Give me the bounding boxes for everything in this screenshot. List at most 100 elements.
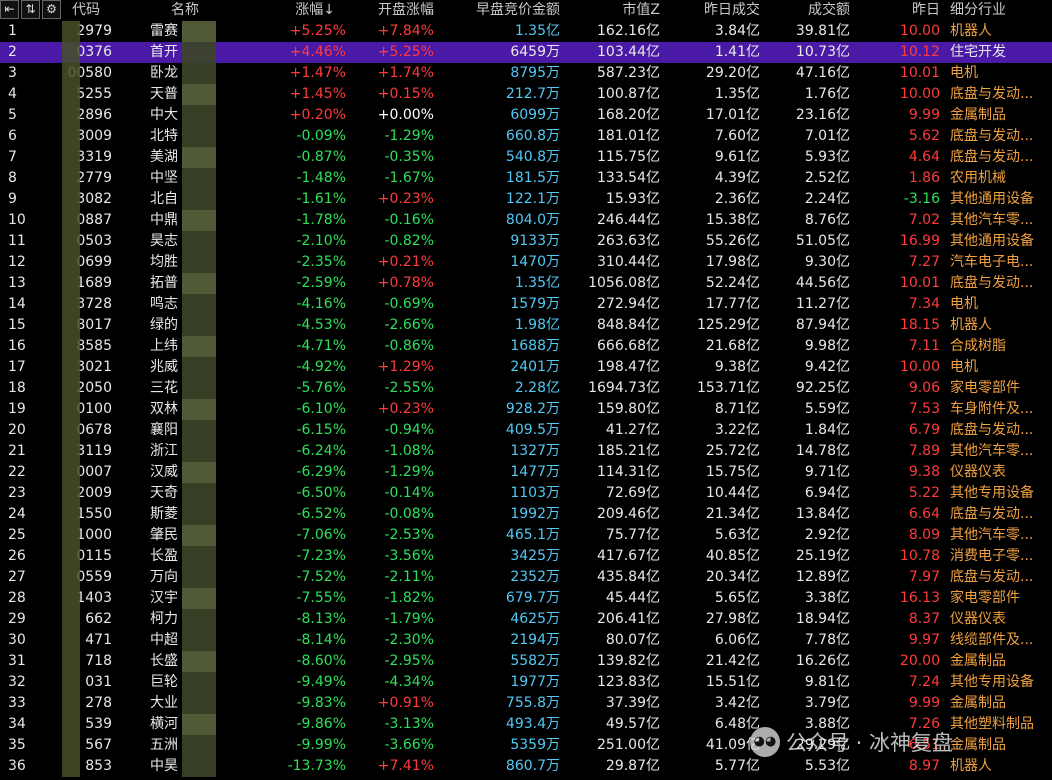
table-row[interactable]: 7 3319 美湖 -0.87% -0.35% 540.8万 115.75亿 9.61亿 5.9… xyxy=(0,147,1052,168)
cell-yday-volume: 29.20亿 xyxy=(705,65,760,81)
sort-icon[interactable]: ⇅ xyxy=(21,0,40,19)
cell-mcap: 310.44亿 xyxy=(597,254,660,270)
table-row[interactable]: 26 0115 长盈 -7.23% -3.56% 3425万 417.67亿 40.85亿 25… xyxy=(0,546,1052,567)
redaction-block xyxy=(62,525,80,546)
table-row[interactable]: 6 3009 北特 -0.09% -1.29% 660.8万 181.01亿 7.60亿 7.0… xyxy=(0,126,1052,147)
table-row[interactable]: 8 2779 中坚 -1.48% -1.67% 181.5万 133.54亿 4.39亿 2.5… xyxy=(0,168,1052,189)
col-header-yday-volume[interactable]: 昨日成交 xyxy=(670,0,760,21)
table-row[interactable]: 25 1000 肇民 -7.06% -2.53% 465.1万 75.77亿 5.63亿 2.9… xyxy=(0,525,1052,546)
cell-industry: 电机 xyxy=(950,359,978,375)
redaction-block xyxy=(62,273,80,294)
cell-mcap: 159.80亿 xyxy=(597,401,660,417)
cell-yday-change: 7.27 xyxy=(908,254,940,270)
cell-index: 17 xyxy=(8,359,26,375)
cell-auction: 1579万 xyxy=(510,296,560,312)
cell-yday-change: 7.53 xyxy=(908,401,940,417)
cell-change: -1.48% xyxy=(296,170,346,186)
cell-industry: 其他汽车零... xyxy=(950,527,1034,543)
cell-industry: 其他塑料制品 xyxy=(950,716,1034,732)
table-row[interactable]: 10 0887 中鼎 -1.78% -0.16% 804.0万 246.44亿 15.38亿 8… xyxy=(0,210,1052,231)
cell-yday-volume: 15.51亿 xyxy=(705,674,760,690)
cell-mcap: 123.83亿 xyxy=(597,674,660,690)
table-row[interactable]: 28 1403 汉宇 -7.55% -1.82% 679.7万 45.44亿 5.65亿 3.3… xyxy=(0,588,1052,609)
redaction-block xyxy=(182,714,216,735)
cell-open-change: -2.30% xyxy=(384,632,434,648)
table-row[interactable]: 2 0376 首开 +4.46% +5.25% 6459万 103.44亿 1.41亿 10.7… xyxy=(0,42,1052,63)
table-row[interactable]: 21 3119 浙江 -6.24% -1.08% 1327万 185.21亿 25.72亿 14… xyxy=(0,441,1052,462)
table-row[interactable]: 15 8017 绿的 -4.53% -2.66% 1.98亿 848.84亿 125.29亿 8… xyxy=(0,315,1052,336)
cell-open-change: -2.66% xyxy=(384,317,434,333)
table-row[interactable]: 4 5255 天普 +1.45% +0.15% 212.7万 100.87亿 1.35亿 1.7… xyxy=(0,84,1052,105)
cell-yday-change: 10.00 xyxy=(899,86,940,102)
cell-yday-change: 7.02 xyxy=(908,212,940,228)
col-header-mcap[interactable]: 市值Z xyxy=(570,0,660,21)
table-row[interactable]: 11 0503 昊志 -2.10% -0.82% 9133万 263.63亿 55.26亿 51… xyxy=(0,231,1052,252)
table-row[interactable]: 32 031 巨轮 -9.49% -4.34% 1977万 123.83亿 15.51亿 9.8… xyxy=(0,672,1052,693)
table-row[interactable]: 9 3082 北自 -1.61% +0.23% 122.1万 15.93亿 2.36亿 2.24… xyxy=(0,189,1052,210)
cell-mcap: 206.41亿 xyxy=(597,611,660,627)
cell-open-change: -0.08% xyxy=(384,506,434,522)
table-row[interactable]: 23 2009 天奇 -6.50% -0.14% 1103万 72.69亿 10.44亿 6.9… xyxy=(0,483,1052,504)
cell-volume: 7.78亿 xyxy=(804,632,850,648)
table-row[interactable]: 29 662 柯力 -8.13% -1.79% 4625万 206.41亿 27.98亿 18.… xyxy=(0,609,1052,630)
cell-index: 21 xyxy=(8,443,26,459)
cell-auction: 1.35亿 xyxy=(514,23,560,39)
cell-change: -5.76% xyxy=(296,380,346,396)
table-row[interactable]: 30 471 中超 -8.14% -2.30% 2194万 80.07亿 6.06亿 7.78亿… xyxy=(0,630,1052,651)
cell-yday-volume: 1.35亿 xyxy=(714,86,760,102)
redaction-block xyxy=(62,315,80,336)
cell-mcap: 209.46亿 xyxy=(597,506,660,522)
cell-industry: 底盘与发动... xyxy=(950,569,1034,585)
col-header-open-change[interactable]: 开盘涨幅 xyxy=(340,0,434,21)
table-row[interactable]: 17 3021 兆威 -4.92% +1.29% 2401万 198.47亿 9.38亿 9.4… xyxy=(0,357,1052,378)
cell-mcap: 45.44亿 xyxy=(605,590,660,606)
redaction-block xyxy=(62,609,80,630)
redaction-block xyxy=(62,105,80,126)
col-header-industry[interactable]: 细分行业 xyxy=(950,0,1052,21)
table-row[interactable]: 27 0559 万向 -7.52% -2.11% 2352万 435.84亿 20.34亿 12… xyxy=(0,567,1052,588)
cell-volume: 8.76亿 xyxy=(804,212,850,228)
table-row[interactable]: 12 0699 均胜 -2.35% +0.21% 1470万 310.44亿 17.98亿 9.… xyxy=(0,252,1052,273)
col-header-volume[interactable]: 成交额 xyxy=(765,0,850,21)
gear-icon[interactable]: ⚙ xyxy=(42,0,61,19)
cell-yday-volume: 17.77亿 xyxy=(705,296,760,312)
cell-index: 11 xyxy=(8,233,26,249)
table-row[interactable]: 33 278 大业 -9.83% +0.91% 755.8万 37.39亿 3.42亿 3.79… xyxy=(0,693,1052,714)
table-row[interactable]: 24 1550 斯菱 -6.52% -0.08% 1992万 209.46亿 21.34亿 13… xyxy=(0,504,1052,525)
table-row[interactable]: 18 2050 三花 -5.76% -2.55% 2.28亿 1694.73亿 153.71亿… xyxy=(0,378,1052,399)
col-header-code[interactable]: 代码 xyxy=(72,0,132,21)
redaction-block xyxy=(182,189,216,210)
table-row[interactable]: 3 00580 卧龙 +1.47% +1.74% 8795万 587.23亿 29.20亿 47… xyxy=(0,63,1052,84)
col-header-name[interactable]: 名称 xyxy=(150,0,220,21)
cell-mcap: 103.44亿 xyxy=(597,44,660,60)
table-row[interactable]: 16 8585 上纬 -4.71% -0.86% 1688万 666.68亿 21.68亿 9.… xyxy=(0,336,1052,357)
cell-volume: 13.84亿 xyxy=(795,506,850,522)
cell-volume: 9.98亿 xyxy=(804,338,850,354)
cell-auction: 8795万 xyxy=(510,65,560,81)
cell-mcap: 29.87亿 xyxy=(605,758,660,774)
cell-yday-volume: 6.48亿 xyxy=(714,716,760,732)
col-header-yday-change[interactable]: 昨日 xyxy=(860,0,940,21)
cell-index: 2 xyxy=(8,44,17,60)
cell-yday-change: -3.16 xyxy=(903,191,940,207)
table-row[interactable]: 19 0100 双林 -6.10% +0.23% 928.2万 159.80亿 8.71亿 5.… xyxy=(0,399,1052,420)
table-row[interactable]: 20 0678 襄阳 -6.15% -0.94% 409.5万 41.27亿 3.22亿 1.8… xyxy=(0,420,1052,441)
table-row[interactable]: 22 0007 汉威 -6.29% -1.29% 1477万 114.31亿 15.75亿 9.… xyxy=(0,462,1052,483)
redaction-block xyxy=(182,378,216,399)
cell-volume: 39.81亿 xyxy=(795,23,850,39)
table-row[interactable]: 5 2896 中大 +0.20% +0.00% 6099万 168.20亿 17.01亿 23.… xyxy=(0,105,1052,126)
table-row[interactable]: 31 718 长盛 -8.60% -2.95% 5582万 139.82亿 21.42亿 16.… xyxy=(0,651,1052,672)
cell-index: 15 xyxy=(8,317,26,333)
table-row[interactable]: 14 3728 鸣志 -4.16% -0.69% 1579万 272.94亿 17.77亿 11… xyxy=(0,294,1052,315)
col-header-change[interactable]: 涨幅↓ xyxy=(250,0,335,21)
redaction-block xyxy=(182,252,216,273)
cell-yday-change: 16.99 xyxy=(899,233,940,249)
table-row[interactable]: 13 1689 拓普 -2.59% +0.78% 1.35亿 1056.08亿 52.24亿 4… xyxy=(0,273,1052,294)
col-header-auction[interactable]: 早盘竞价金额 xyxy=(440,0,560,21)
cell-yday-change: 10.00 xyxy=(899,23,940,39)
cell-yday-volume: 2.36亿 xyxy=(714,191,760,207)
cell-change: -6.50% xyxy=(296,485,346,501)
table-row[interactable]: 1 2979 雷赛 +5.25% +7.84% 1.35亿 162.16亿 3.84亿 39.8… xyxy=(0,21,1052,42)
first-page-icon[interactable]: ⇤ xyxy=(0,0,19,19)
cell-yday-change: 1.86 xyxy=(908,170,940,186)
